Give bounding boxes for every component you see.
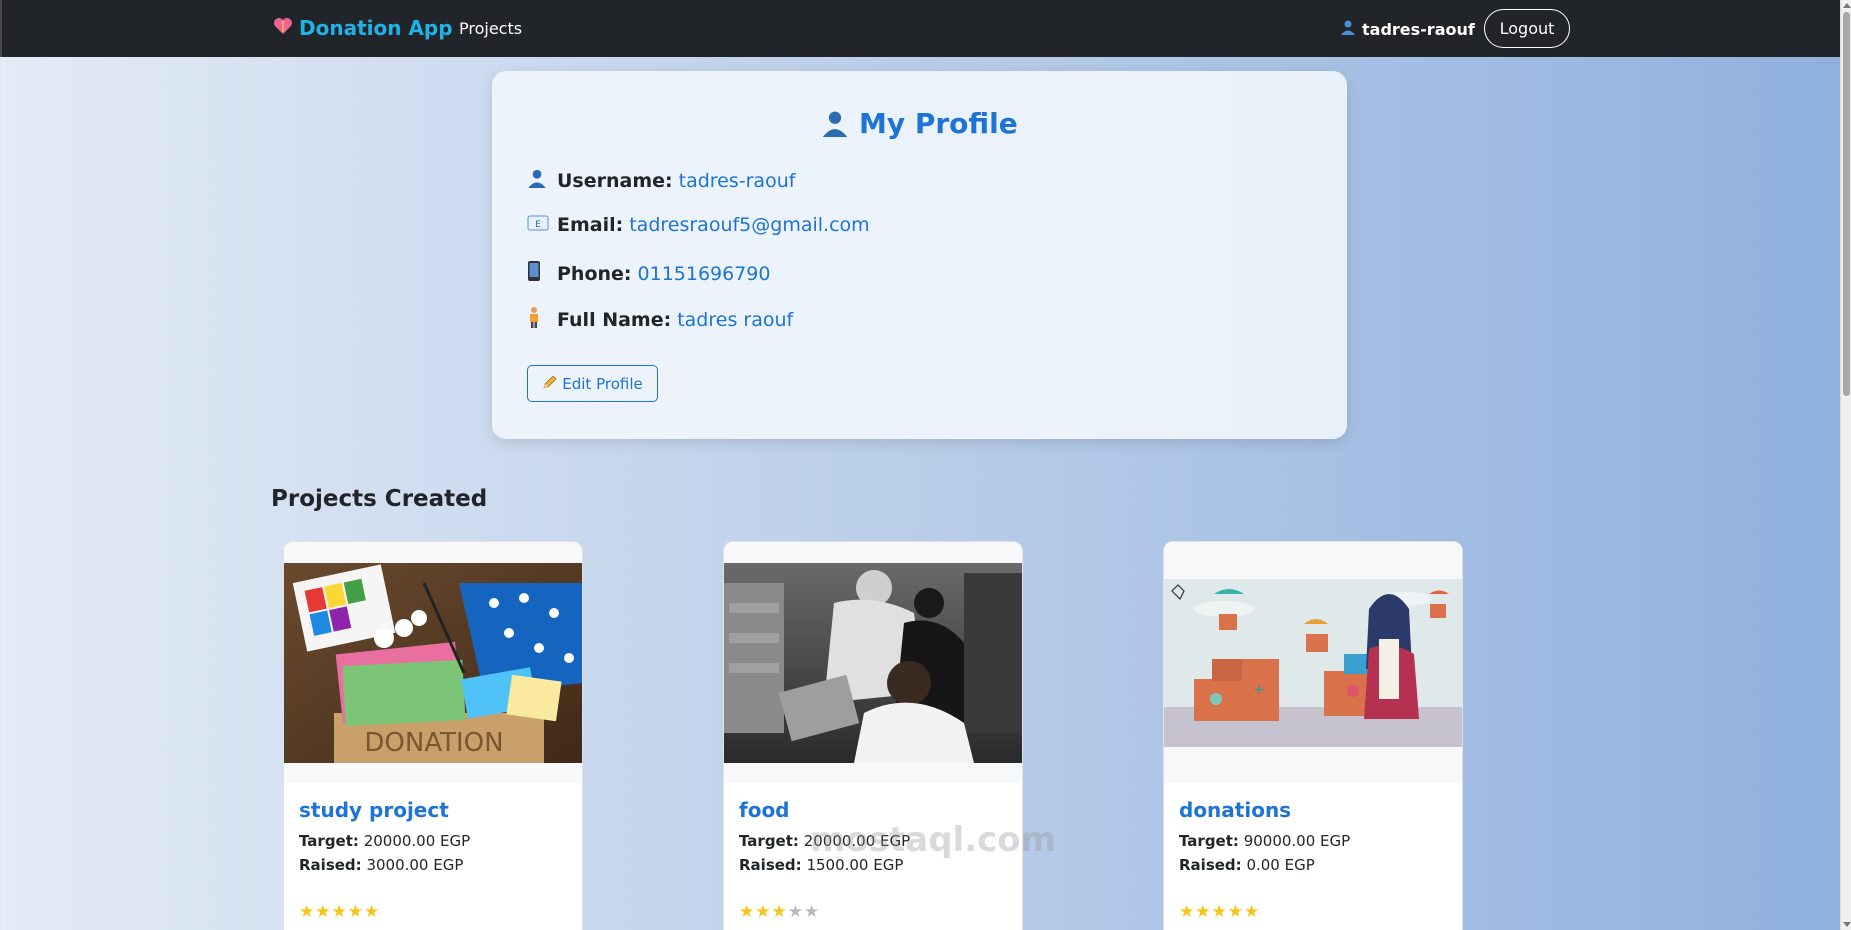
- svg-text:DONATION: DONATION: [364, 728, 503, 758]
- target-value: 90000.00 EGP: [1243, 832, 1351, 850]
- scroll-up-icon[interactable]: [1843, 3, 1851, 8]
- raised-label: Raised:: [739, 856, 802, 874]
- page-scrollbar[interactable]: [1840, 0, 1851, 930]
- pencil-icon: [542, 374, 558, 394]
- phone-icon: [527, 260, 551, 287]
- scroll-down-icon[interactable]: [1843, 922, 1851, 927]
- star-filled-icon: ★: [1211, 902, 1228, 922]
- nav-user[interactable]: tadres-raouf: [1340, 19, 1475, 39]
- profile-field-value: tadres-raouf: [678, 169, 796, 192]
- star-filled-icon: ★: [739, 902, 756, 922]
- project-image-area: +: [1164, 542, 1462, 783]
- profile-title-text: My Profile: [858, 107, 1018, 140]
- star-filled-icon: ★: [1227, 902, 1244, 922]
- star-filled-icon: ★: [755, 902, 772, 922]
- email-icon: E: [527, 214, 551, 236]
- target-label: Target:: [299, 832, 359, 850]
- edit-profile-label: Edit Profile: [562, 374, 643, 393]
- star-filled-icon: ★: [347, 902, 364, 922]
- target-label: Target:: [1179, 832, 1239, 850]
- brand-label: Donation App: [299, 16, 453, 40]
- profile-card: My Profile Username: tadres-raouf E Emai…: [492, 71, 1347, 439]
- project-raised: Raised: 3000.00 EGP: [299, 856, 463, 874]
- navbar: Donation App Projects tadres-raouf Logou…: [0, 0, 1840, 57]
- raised-label: Raised:: [299, 856, 362, 874]
- project-card[interactable]: food Target: 20000.00 EGP Raised: 1500.0…: [723, 541, 1023, 930]
- nav-projects-link[interactable]: Projects: [459, 19, 522, 38]
- project-title[interactable]: study project: [299, 798, 449, 822]
- project-target: Target: 20000.00 EGP: [299, 832, 470, 850]
- target-label: Target:: [739, 832, 799, 850]
- profile-email-row: E Email: tadresraouf5@gmail.com: [527, 214, 870, 236]
- svg-text:+: +: [1253, 682, 1265, 698]
- profile-field-label: Phone:: [557, 262, 632, 285]
- star-empty-icon: ★: [804, 902, 821, 922]
- project-target: Target: 90000.00 EGP: [1179, 832, 1350, 850]
- project-raised: Raised: 0.00 EGP: [1179, 856, 1315, 874]
- rating-stars: ★★★★★: [739, 902, 820, 922]
- star-filled-icon: ★: [331, 902, 348, 922]
- nav-username: tadres-raouf: [1362, 19, 1475, 39]
- profile-field-value: tadresraouf5@gmail.com: [629, 214, 870, 236]
- user-icon: [527, 168, 551, 193]
- target-value: 20000.00 EGP: [363, 832, 471, 850]
- project-title[interactable]: donations: [1179, 798, 1291, 822]
- project-image[interactable]: +: [1164, 579, 1462, 747]
- project-card[interactable]: DONATION study project Target: 20000.00 …: [283, 541, 583, 930]
- raised-value: 3000.00 EGP: [366, 856, 464, 874]
- profile-phone-row: Phone: 01151696790: [527, 260, 771, 287]
- user-icon: [1340, 19, 1356, 39]
- project-image[interactable]: [724, 563, 1022, 763]
- profile-field-value: tadres raouf: [677, 308, 794, 331]
- watermark: mostaql.com: [810, 820, 1057, 860]
- star-empty-icon: ★: [787, 902, 804, 922]
- profile-fullname-row: Full Name: tadres raouf: [527, 306, 793, 333]
- logout-button[interactable]: Logout: [1484, 9, 1570, 48]
- heart-icon: [273, 16, 293, 40]
- star-filled-icon: ★: [299, 902, 316, 922]
- project-image[interactable]: DONATION: [284, 563, 582, 763]
- star-filled-icon: ★: [771, 902, 788, 922]
- rating-stars: ★★★★★: [1179, 902, 1260, 922]
- star-filled-icon: ★: [1195, 902, 1212, 922]
- user-icon: [821, 107, 859, 140]
- star-filled-icon: ★: [1179, 902, 1196, 922]
- star-filled-icon: ★: [1244, 902, 1261, 922]
- profile-username-row: Username: tadres-raouf: [527, 168, 795, 193]
- project-image-area: DONATION: [284, 542, 582, 783]
- raised-value: 0.00 EGP: [1246, 856, 1315, 874]
- raised-label: Raised:: [1179, 856, 1242, 874]
- svg-text:E: E: [535, 220, 541, 230]
- project-title[interactable]: food: [739, 798, 790, 822]
- profile-title: My Profile: [492, 107, 1347, 140]
- star-filled-icon: ★: [315, 902, 332, 922]
- projects-section-title: Projects Created: [271, 486, 488, 512]
- scrollbar-thumb[interactable]: [1843, 12, 1850, 396]
- project-image-area: [724, 542, 1022, 783]
- edit-profile-button[interactable]: Edit Profile: [527, 365, 658, 402]
- star-filled-icon: ★: [364, 902, 381, 922]
- person-icon: [527, 306, 551, 333]
- profile-field-value: 01151696790: [637, 262, 771, 285]
- project-card[interactable]: + donations Target: 90000.00 EGP Raised:…: [1163, 541, 1463, 930]
- profile-field-label: Username:: [557, 169, 673, 192]
- rating-stars: ★★★★★: [299, 902, 380, 922]
- profile-field-label: Email:: [557, 214, 624, 236]
- brand-link[interactable]: Donation App: [273, 16, 453, 40]
- profile-field-label: Full Name:: [557, 308, 672, 331]
